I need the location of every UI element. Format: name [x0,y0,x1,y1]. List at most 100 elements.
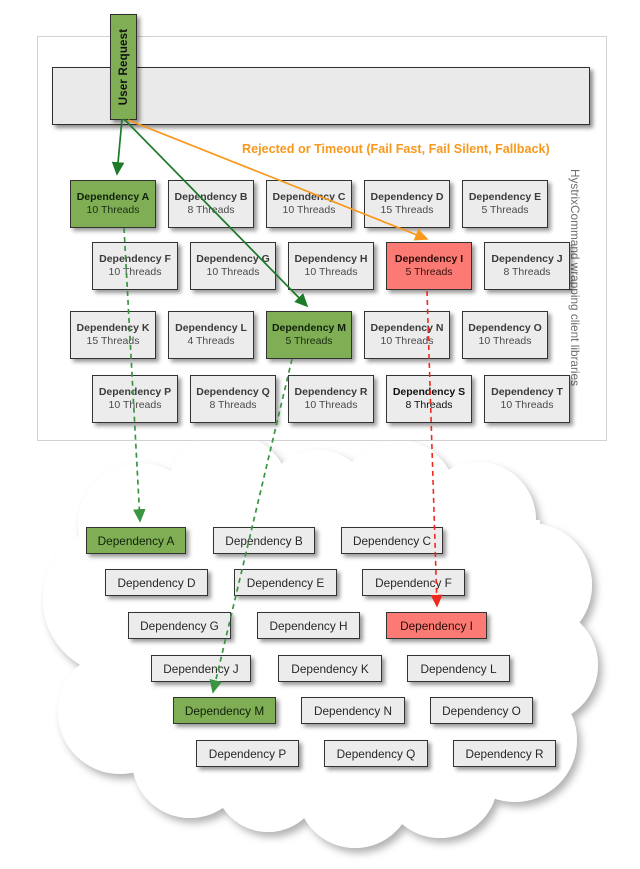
thread-pool-name: Dependency H [294,253,368,265]
thread-pool-box[interactable]: Dependency L4 Threads [168,311,254,359]
cloud-dependency-box[interactable]: Dependency G [128,612,231,639]
thread-pool-name: Dependency T [491,386,563,398]
thread-pool-box[interactable]: Dependency G 10 Threads [190,242,276,290]
user-request-label: User Request [117,28,130,106]
thread-pool-name: Dependency S [392,386,466,398]
cloud-dependency-box[interactable]: Dependency M [173,697,276,724]
thread-pool-box[interactable]: Dependency F 10 Threads [92,242,178,290]
thread-pool-box[interactable]: Dependency N 10 Threads [364,311,450,359]
thread-pool-count: 5 Threads [285,335,333,347]
cloud-dependency-box[interactable]: Dependency A [86,527,186,554]
cloud-dependency-box[interactable]: Dependency J [151,655,251,682]
cloud-dependency-label: Dependency I [400,618,473,633]
thread-pool-count: 10 Threads [206,266,260,278]
cloud-dependency-box[interactable]: Dependency F [362,569,465,596]
thread-pool-count: 10 Threads [500,399,554,411]
thread-pool-box[interactable]: Dependency C 10 Threads [266,180,352,228]
thread-pool-count: 15 Threads [380,204,434,216]
thread-pool-box[interactable]: Dependency K 15 Threads [70,311,156,359]
cloud-dependency-label: Dependency K [291,661,369,676]
thread-pool-box[interactable]: Dependency D 15 Threads [364,180,450,228]
thread-pool-name: Dependency L [175,322,247,334]
cloud-dependency-label: Dependency N [313,703,393,718]
thread-pool-box[interactable]: Dependency P 10 Threads [92,375,178,423]
cloud-shape [43,433,598,848]
thread-pool-box[interactable]: Dependency R 10 Threads [288,375,374,423]
thread-pool-name: Dependency A [76,191,150,203]
cloud-dependency-label: Dependency F [375,575,452,590]
thread-pool-count: 5 Threads [481,204,529,216]
rejected-or-timeout-label: Rejected or Timeout (Fail Fast, Fail Sil… [242,142,550,156]
thread-pool-count: 10 Threads [304,399,358,411]
thread-pool-name: Dependency Q [196,386,270,398]
thread-pool-box[interactable]: Dependency S8 Threads [386,375,472,423]
thread-pool-box[interactable]: Dependency J8 Threads [484,242,570,290]
cloud-dependency-label: Dependency J [163,661,239,676]
thread-pool-box[interactable]: Dependency E5 Threads [462,180,548,228]
diagram-canvas: App Container (Tomcat/Jetty/etc) User Re… [0,0,640,869]
thread-pool-count: 8 Threads [503,266,551,278]
cloud-dependency-label: Dependency R [465,746,544,761]
thread-pool-name: Dependency K [76,322,150,334]
cloud-dependency-label: Dependency Q [336,746,416,761]
thread-pool-name: Dependency O [468,322,542,334]
thread-pool-count: 5 Threads [405,266,453,278]
thread-pool-box[interactable]: Dependency O 10 Threads [462,311,548,359]
cloud-dependency-box[interactable]: Dependency L [407,655,510,682]
cloud-dependency-label: Dependency D [117,575,196,590]
cloud-dependency-label: Dependency M [184,703,265,718]
thread-pool-name: Dependency J [491,253,563,265]
thread-pool-name: Dependency F [99,253,171,265]
thread-pool-count: 10 Threads [478,335,532,347]
thread-pool-box[interactable]: Dependency Q8 Threads [190,375,276,423]
thread-pool-count: 10 Threads [282,204,336,216]
cloud-dependency-box[interactable]: Dependency O [430,697,533,724]
thread-pool-count: 8 Threads [209,399,257,411]
thread-pool-box[interactable]: Dependency I5 Threads [386,242,472,290]
cloud-dependency-label: Dependency P [208,746,287,761]
thread-pool-box[interactable]: Dependency B8 Threads [168,180,254,228]
cloud-dependency-box[interactable]: Dependency I [386,612,487,639]
thread-pool-box[interactable]: Dependency T 10 Threads [484,375,570,423]
cloud-dependency-box[interactable]: Dependency D [105,569,208,596]
thread-pool-name: Dependency P [98,386,172,398]
thread-pool-box[interactable]: Dependency H 10 Threads [288,242,374,290]
cloud-dependency-box[interactable]: Dependency K [278,655,382,682]
thread-pool-name: Dependency M [271,322,347,334]
thread-pool-count: 10 Threads [304,266,358,278]
thread-pool-count: 4 Threads [187,335,235,347]
thread-pool-count: 10 Threads [380,335,434,347]
cloud-dependency-label: Dependency B [225,533,303,548]
thread-pool-box[interactable]: Dependency A 10 Threads [70,180,156,228]
thread-pool-name: Dependency B [174,191,248,203]
thread-pool-name: Dependency G [196,253,270,265]
thread-pool-count: 8 Threads [187,204,235,216]
cloud-dependency-box[interactable]: Dependency Q [324,740,428,767]
thread-pool-box[interactable]: Dependency M5 Threads [266,311,352,359]
cloud-dependency-box[interactable]: Dependency H [257,612,360,639]
thread-pool-count: 15 Threads [86,335,140,347]
thread-pool-name: Dependency R [294,386,368,398]
cloud-dependency-box[interactable]: Dependency N [301,697,405,724]
thread-pool-count: 10 Threads [108,266,162,278]
cloud-dependency-label: Dependency C [352,533,432,548]
cloud-dependency-box[interactable]: Dependency E [234,569,337,596]
thread-pool-count: 10 Threads [86,204,140,216]
cloud-dependency-label: Dependency G [140,618,219,633]
thread-pool-count: 8 Threads [405,399,453,411]
cloud-dependency-box[interactable]: Dependency R [453,740,556,767]
cloud-dependency-box[interactable]: Dependency P [196,740,299,767]
thread-pool-name: Dependency N [370,322,444,334]
cloud-dependency-label: Dependency L [420,661,497,676]
thread-pool-name: Dependency I [394,253,464,265]
cloud-dependency-label: Dependency E [246,575,325,590]
thread-pool-count: 10 Threads [108,399,162,411]
user-request-box[interactable]: User Request [110,14,137,120]
cloud-dependency-label: Dependency A [97,533,175,548]
cloud-dependency-box[interactable]: Dependency B [213,527,315,554]
thread-pool-name: Dependency D [370,191,444,203]
cloud-dependency-box[interactable]: Dependency C [341,527,443,554]
cloud-dependency-label: Dependency H [269,618,348,633]
cloud-dependency-label: Dependency O [442,703,521,718]
thread-pool-name: Dependency E [468,191,542,203]
